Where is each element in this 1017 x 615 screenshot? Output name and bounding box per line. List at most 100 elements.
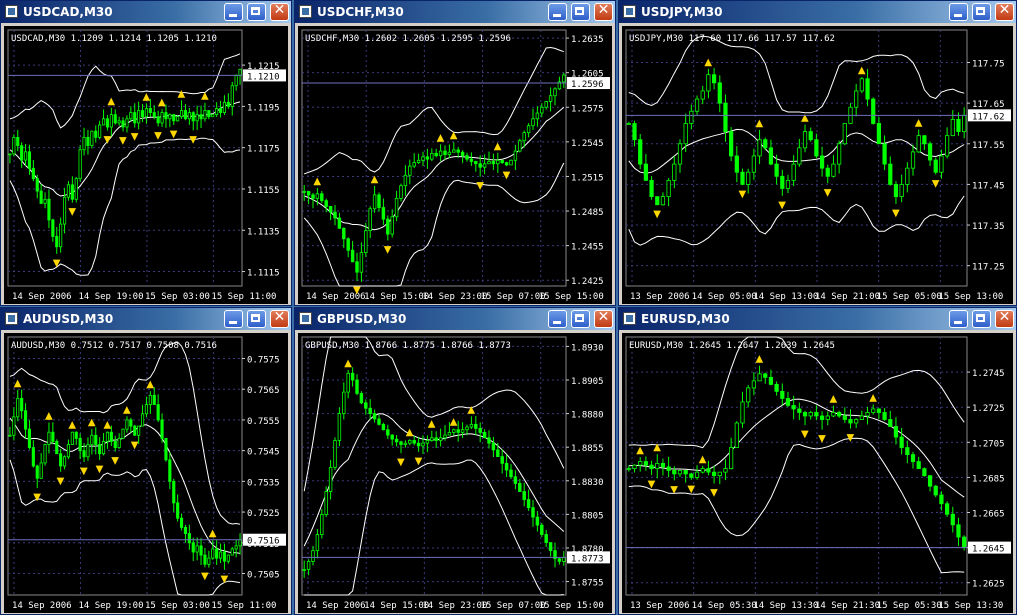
candle-body [377, 194, 381, 208]
candle-body [207, 110, 211, 118]
fractal-down-marker: ▼ [648, 479, 656, 490]
chart-canvas[interactable]: 0.7575 0.7565 0.7555 0.7545 0.7535 0.7525 0.75… [4, 333, 288, 613]
candle-body [791, 405, 796, 410]
maximize-icon[interactable] [571, 310, 590, 328]
candle-body [311, 550, 315, 562]
chart-header-ohlc: EURUSD,M30 1.2645 1.2647 1.2639 1.2645 [629, 341, 835, 351]
candle-body [500, 159, 504, 164]
candle-body [306, 561, 311, 570]
candle-body [98, 444, 102, 455]
chart-window-usdchf[interactable]: USDCHF,M30 ✕ 1.2635 1.2605 1.2575 1.2545 1.2… [294, 0, 616, 306]
chart-window-audusd[interactable]: AUDUSD,M30 ✕ 0.7575 0.7565 0.7555 0.7545 0.7… [0, 307, 292, 615]
candle-body [500, 456, 504, 464]
fractal-up-marker: ▲ [88, 417, 96, 428]
minimize-icon[interactable] [548, 3, 567, 21]
chart-window-eurusd[interactable]: EURUSD,M30 ✕ 1.2745 1.2725 1.2705 1.2685 1.2… [618, 307, 1017, 615]
window-titlebar[interactable]: EURUSD,M30 ✕ [619, 308, 1016, 330]
lower-band-line [9, 137, 241, 276]
maximize-icon[interactable] [571, 3, 590, 21]
candle-body [482, 163, 487, 168]
maximize-icon[interactable] [972, 3, 991, 21]
window-titlebar[interactable]: USDJPY,M30 ✕ [619, 1, 1016, 23]
minimize-icon[interactable] [949, 3, 968, 21]
chart-window-gbpusd[interactable]: GBPUSD,M30 ✕ 1.8930 1.8905 1.8880 1.8855 1.8… [294, 307, 616, 615]
candle-body [460, 151, 465, 157]
fractal-up-marker: ▲ [858, 65, 866, 76]
maximize-icon[interactable] [972, 310, 991, 328]
fractal-down-marker: ▼ [53, 258, 61, 269]
candle-body [140, 110, 145, 118]
chart-canvas[interactable]: 117.75 117.65 117.55 117.45 117.35 117.25 13 S… [622, 26, 1013, 304]
chart-canvas[interactable]: 1.2635 1.2605 1.2575 1.2545 1.2515 1.2485 1.24… [298, 26, 612, 304]
window-titlebar[interactable]: AUDUSD,M30 ✕ [1, 308, 291, 330]
window-title: GBPUSD,M30 [317, 312, 407, 326]
candle-body [160, 112, 164, 124]
window-titlebar[interactable]: GBPUSD,M30 ✕ [295, 308, 615, 330]
minimize-icon[interactable] [949, 310, 968, 328]
candle-body [23, 410, 28, 430]
chart-canvas[interactable]: 1.8930 1.8905 1.8880 1.8855 1.8830 1.8805 1.87… [298, 333, 612, 613]
chart-window-usdcad[interactable]: USDCAD,M30 ✕ 1.1215 1.1195 1.1175 1.1155 1.1… [0, 0, 292, 306]
candle-body [871, 98, 876, 124]
candle-body [168, 114, 172, 120]
close-icon[interactable]: ✕ [594, 2, 613, 21]
candle-body [717, 471, 722, 477]
y-tick-label: 1.1115 [247, 269, 280, 279]
candle-body [333, 440, 337, 468]
chart-canvas[interactable]: 1.1215 1.1195 1.1175 1.1155 1.1135 1.1115 14 S… [4, 26, 288, 304]
candle-body [133, 425, 137, 436]
fractal-up-marker: ▲ [467, 404, 475, 415]
minimize-icon[interactable] [224, 310, 243, 328]
x-tick-label: 14 Sep 15:00 [364, 292, 429, 302]
candle-body [553, 88, 557, 97]
minimize-icon[interactable] [224, 3, 243, 21]
candle-body [230, 85, 234, 107]
x-tick-label: 15 Sep 13:30 [938, 601, 1003, 611]
candle-body [814, 139, 819, 157]
fractal-down-marker: ▼ [57, 476, 65, 487]
candle-body [386, 218, 390, 235]
close-icon[interactable]: ✕ [995, 2, 1014, 21]
close-icon[interactable]: ✕ [270, 2, 289, 21]
candle-body [55, 441, 59, 455]
candle-body [763, 373, 768, 378]
fractal-down-marker: ▼ [353, 285, 361, 296]
close-icon[interactable]: ✕ [270, 309, 289, 328]
candle-body [478, 163, 482, 168]
candle-body [59, 223, 63, 248]
chart-window-usdjpy[interactable]: USDJPY,M30 ✕ 117.75 117.65 117.55 117.45 117… [618, 0, 1017, 306]
x-tick-label: 14 Sep 19:00 [78, 292, 143, 302]
candle-body [859, 415, 864, 420]
maximize-icon[interactable] [247, 310, 266, 328]
candle-body [55, 236, 59, 248]
y-tick-label: 1.2625 [972, 580, 1005, 590]
fractal-up-marker: ▲ [107, 96, 115, 107]
candle-body [504, 462, 509, 471]
candle-body [723, 102, 728, 132]
window-titlebar[interactable]: USDCAD,M30 ✕ [1, 1, 291, 23]
close-icon[interactable]: ✕ [594, 309, 613, 328]
fractal-down-marker: ▼ [103, 135, 111, 146]
window-title: USDCHF,M30 [317, 5, 404, 19]
candle-body [137, 425, 141, 436]
maximize-icon[interactable] [247, 3, 266, 21]
candle-body [328, 206, 333, 213]
candle-body [416, 159, 421, 164]
candle-body [922, 135, 927, 145]
candle-body [412, 440, 416, 444]
window-titlebar[interactable]: USDCHF,M30 ✕ [295, 1, 615, 23]
candle-body [377, 418, 381, 425]
last-price-label: 117.62 [972, 112, 1005, 122]
candle-body [203, 554, 207, 565]
candle-body [425, 156, 430, 160]
candle-body [474, 423, 478, 429]
minimize-icon[interactable] [548, 310, 567, 328]
candle-body [882, 412, 887, 420]
candle-body [447, 432, 452, 436]
chart-canvas[interactable]: 1.2745 1.2725 1.2705 1.2685 1.2665 1.2645 1.26… [622, 333, 1013, 613]
candle-body [496, 449, 500, 457]
candle-body [717, 82, 722, 104]
close-icon[interactable]: ✕ [995, 309, 1014, 328]
y-tick-label: 1.8805 [571, 511, 604, 521]
fractal-down-marker: ▼ [111, 456, 119, 467]
